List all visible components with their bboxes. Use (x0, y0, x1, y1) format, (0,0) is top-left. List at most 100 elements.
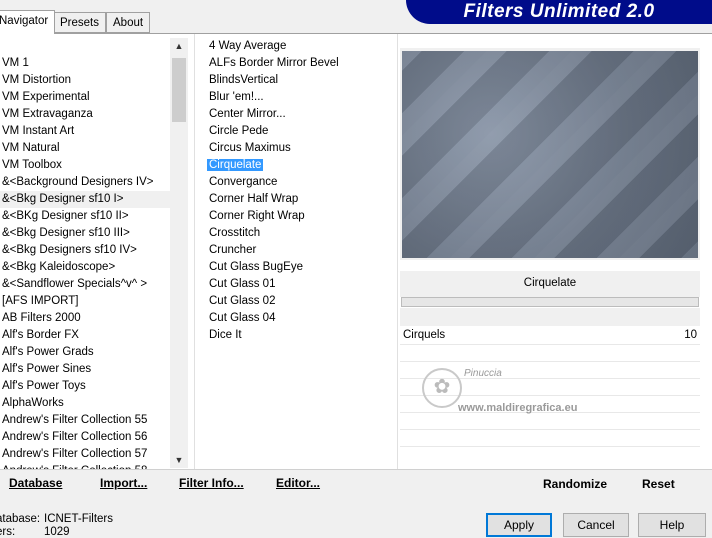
filter-item-label: Corner Half Wrap (209, 193, 299, 205)
category-item[interactable]: Andrew's Filter Collection 57 (0, 446, 170, 463)
filter-item[interactable]: 4 Way Average (197, 38, 392, 55)
filter-item-label: BlindsVertical (209, 74, 279, 86)
parameter-line (400, 446, 700, 447)
help-button[interactable]: Help (638, 513, 706, 537)
filter-item-label: Cruncher (209, 244, 257, 256)
app-title-banner: Filters Unlimited 2.0 (406, 0, 712, 24)
filter-item-label: Cut Glass 04 (209, 312, 276, 324)
import-button[interactable]: Import... (100, 476, 147, 490)
preview-frame (400, 48, 700, 260)
scroll-down-icon[interactable]: ▼ (170, 452, 188, 468)
parameter-line (400, 361, 700, 362)
filter-item-label: ALFs Border Mirror Bevel (209, 57, 339, 69)
filter-item[interactable]: Circle Pede (197, 123, 392, 140)
filter-item[interactable]: Cut Glass 04 (197, 310, 392, 327)
filter-count-label: ers: (0, 526, 16, 538)
category-item[interactable]: &<Bkg Designer sf10 III> (0, 225, 170, 242)
category-scrollbar[interactable]: ▲ ▼ (170, 38, 188, 468)
category-item[interactable]: &<Bkg Designers sf10 IV> (0, 242, 170, 259)
category-item[interactable]: [AFS IMPORT] (0, 293, 170, 310)
category-item[interactable]: Alf's Border FX (0, 327, 170, 344)
filter-item[interactable]: Corner Half Wrap (197, 191, 392, 208)
tab-navigator[interactable]: Navigator (0, 10, 56, 34)
selected-filter-name: Cirquelate (400, 271, 700, 297)
filter-item[interactable]: BlindsVertical (197, 72, 392, 89)
category-item[interactable]: VM Toolbox (0, 157, 170, 174)
filter-item-label: Cirquelate (207, 159, 264, 171)
category-item[interactable]: AlphaWorks (0, 395, 170, 412)
category-list: VM 1 VM Distortion VM Experimental VM Extra… (0, 34, 170, 469)
database-value: ICNET-Filters (44, 513, 113, 525)
filter-item[interactable]: Cirquelate (197, 157, 392, 174)
filter-item[interactable]: Crosstitch (197, 225, 392, 242)
filter-item-label: Convergance (209, 176, 278, 188)
watermark: ✿ Pinuccia www.maldiregrafica.eu (422, 368, 622, 428)
category-item[interactable]: &<Bkg Designer sf10 I> (0, 191, 170, 208)
filter-item[interactable]: Cruncher (197, 242, 392, 259)
category-item[interactable]: Alf's Power Grads (0, 344, 170, 361)
filter-item-label: 4 Way Average (209, 40, 287, 52)
filter-item-label: Cut Glass 02 (209, 295, 276, 307)
watermark-logo-icon: ✿ (422, 368, 462, 408)
database-button[interactable]: Database (9, 476, 62, 490)
filter-item-label: Cut Glass 01 (209, 278, 276, 290)
filter-item-label: Circus Maximus (209, 142, 291, 154)
progress-bar (401, 297, 699, 307)
filter-item-label: Crosstitch (209, 227, 261, 239)
main-panel: VM 1 VM Distortion VM Experimental VM Extra… (0, 33, 712, 500)
filter-item[interactable]: Cut Glass 01 (197, 276, 392, 293)
cancel-button[interactable]: Cancel (563, 513, 629, 537)
category-item[interactable]: VM Natural (0, 140, 170, 157)
filter-item[interactable]: Circus Maximus (197, 140, 392, 157)
filter-item-label: Cut Glass BugEye (209, 261, 303, 273)
filter-item-label: Center Mirror... (209, 108, 286, 120)
parameter-value[interactable]: 10 (684, 327, 697, 343)
filter-item-label: Dice It (209, 329, 242, 341)
category-item[interactable]: VM Distortion (0, 72, 170, 89)
filter-item-label: Circle Pede (209, 125, 269, 137)
scroll-up-icon[interactable]: ▲ (170, 38, 188, 54)
category-item[interactable]: Alf's Power Sines (0, 361, 170, 378)
parameter-row[interactable]: Cirquels 10 (400, 327, 700, 343)
filter-item[interactable]: Convergance (197, 174, 392, 191)
parameter-line (400, 344, 700, 345)
category-item[interactable]: &<Background Designers IV> (0, 174, 170, 191)
filter-item-label: Corner Right Wrap (209, 210, 305, 222)
category-item[interactable]: VM Experimental (0, 89, 170, 106)
parameter-line (400, 429, 700, 430)
editor-button[interactable]: Editor... (276, 476, 320, 490)
category-item[interactable]: &<BKg Designer sf10 II> (0, 208, 170, 225)
list-divider (194, 34, 195, 469)
filter-item[interactable]: Corner Right Wrap (197, 208, 392, 225)
preview-divider (397, 34, 398, 469)
category-item[interactable]: Alf's Power Toys (0, 378, 170, 395)
category-item[interactable]: &<Bkg Kaleidoscope> (0, 259, 170, 276)
category-item[interactable]: VM Instant Art (0, 123, 170, 140)
filter-item[interactable]: Blur 'em!... (197, 89, 392, 106)
watermark-name: Pinuccia (464, 368, 502, 379)
filter-info-button[interactable]: Filter Info... (179, 476, 244, 490)
apply-button[interactable]: Apply (486, 513, 552, 537)
filter-item[interactable]: Center Mirror... (197, 106, 392, 123)
filter-count-value: 1029 (44, 526, 70, 538)
scroll-thumb[interactable] (172, 58, 186, 122)
bottom-link-bar: Database Import... Filter Info... Editor… (0, 469, 712, 499)
category-item[interactable]: Andrew's Filter Collection 56 (0, 429, 170, 446)
watermark-url: www.maldiregrafica.eu (458, 402, 578, 414)
category-item[interactable]: AB Filters 2000 (0, 310, 170, 327)
filter-item-label: Blur 'em!... (209, 91, 264, 103)
preview-image (402, 51, 698, 258)
filter-item[interactable]: ALFs Border Mirror Bevel (197, 55, 392, 72)
category-item[interactable]: VM Extravaganza (0, 106, 170, 123)
filter-item[interactable]: Cut Glass BugEye (197, 259, 392, 276)
filter-item[interactable]: Dice It (197, 327, 392, 344)
parameter-label: Cirquels (403, 329, 446, 341)
category-item[interactable]: Andrew's Filter Collection 55 (0, 412, 170, 429)
category-item[interactable]: VM 1 (0, 55, 170, 72)
database-label: atabase: (0, 513, 41, 525)
tab-about[interactable]: About (106, 12, 151, 33)
filter-item[interactable]: Cut Glass 02 (197, 293, 392, 310)
category-item[interactable]: &<Sandflower Specials^v^ > (0, 276, 170, 293)
tab-presets[interactable]: Presets (53, 12, 106, 33)
filter-list: 4 Way Average ALFs Border Mirror Bevel Bli… (197, 38, 392, 344)
